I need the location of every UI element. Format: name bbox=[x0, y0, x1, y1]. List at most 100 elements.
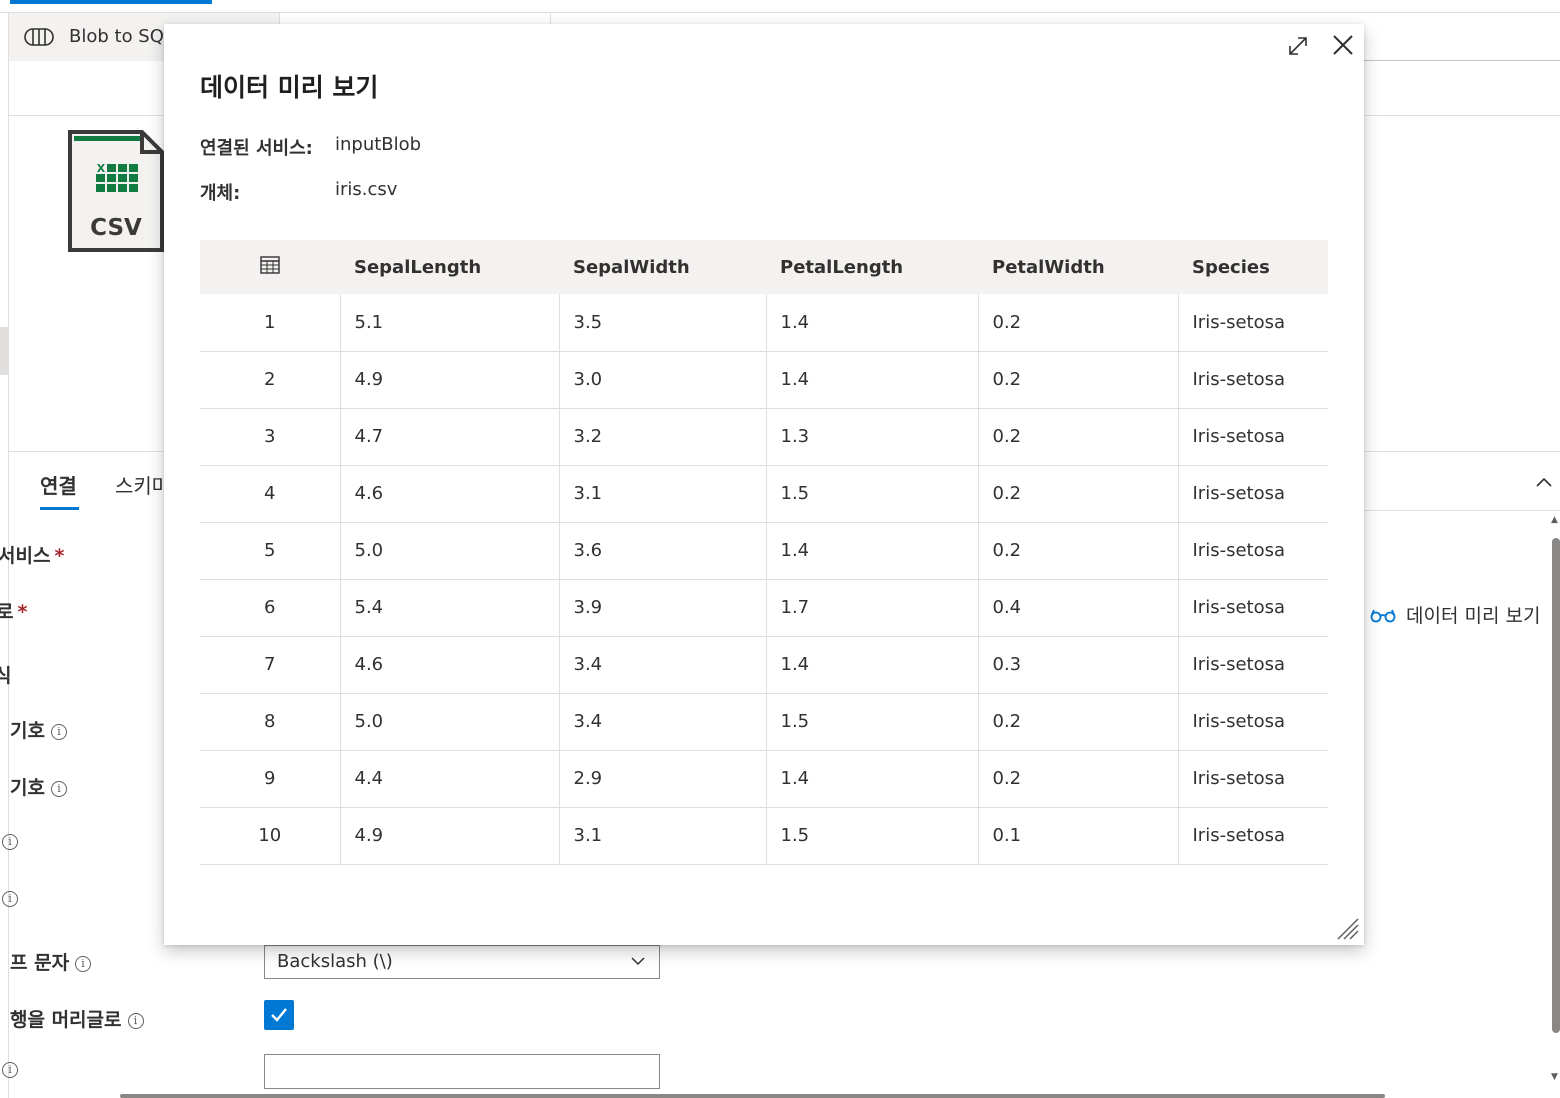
table-cell: Iris-setosa bbox=[1177, 636, 1328, 693]
column-header: SepalLength bbox=[354, 256, 482, 278]
table-cell: Iris-setosa bbox=[1177, 807, 1328, 864]
linked-service-value: inputBlob bbox=[335, 134, 422, 155]
tab-schema[interactable]: 스키마 bbox=[115, 470, 170, 499]
table-cell: 1.5 bbox=[765, 693, 978, 750]
table-cell: 0.2 bbox=[977, 693, 1178, 750]
row-index: 8 bbox=[264, 711, 276, 732]
table-cell: 1.4 bbox=[765, 636, 978, 693]
table-cell: 3.9 bbox=[558, 579, 766, 636]
info-icon: i bbox=[50, 724, 67, 740]
table-cell: 4.9 bbox=[339, 351, 559, 408]
checkmark-icon bbox=[271, 1008, 287, 1022]
row-index: 10 bbox=[258, 825, 282, 846]
info-icon: i bbox=[75, 956, 92, 972]
scroll-up-arrow[interactable]: ▲ bbox=[1551, 515, 1558, 525]
info-icon: i bbox=[50, 781, 67, 797]
row-index-header bbox=[200, 240, 340, 294]
tab-connection[interactable]: 연결 bbox=[40, 470, 77, 499]
table-cell: 0.2 bbox=[977, 465, 1178, 522]
table-cell: 5.0 bbox=[339, 693, 559, 750]
csv-file-icon[interactable]: X CSV bbox=[68, 130, 164, 252]
row-index: 4 bbox=[264, 483, 276, 504]
table-cell: 4.9 bbox=[339, 807, 559, 864]
expand-icon[interactable] bbox=[1286, 34, 1310, 58]
info-icon[interactable]: i bbox=[2, 834, 18, 850]
column-delimiter-label: 기호 i bbox=[10, 716, 67, 743]
table-row: 7 4.6 3.4 1.4 0.3 Iris-setosa bbox=[200, 636, 1328, 693]
pipeline-icon bbox=[24, 28, 54, 46]
svg-text:X: X bbox=[97, 162, 106, 175]
table-row: 6 5.4 3.9 1.7 0.4 Iris-setosa bbox=[200, 579, 1328, 636]
table-row: 1 5.1 3.5 1.4 0.2 Iris-setosa bbox=[200, 294, 1328, 351]
vertical-scrollbar-thumb[interactable] bbox=[1552, 538, 1560, 1033]
object-label: 개체: bbox=[200, 183, 241, 204]
info-icon: i bbox=[127, 1013, 144, 1029]
row-delimiter-label: 기호 i bbox=[10, 773, 67, 800]
csv-icon-label: CSV bbox=[90, 215, 142, 241]
glasses-icon bbox=[1370, 609, 1396, 622]
first-row-header-label: 행을 머리글로 i bbox=[10, 1005, 144, 1032]
required-marker: * bbox=[17, 601, 28, 623]
table-cell: 1.3 bbox=[765, 408, 978, 465]
tab-divider bbox=[550, 12, 551, 24]
table-cell: 3.4 bbox=[558, 693, 766, 750]
escape-character-value: Backslash (\) bbox=[277, 951, 393, 972]
first-row-header-checkbox[interactable] bbox=[264, 1000, 294, 1030]
active-tab-underline bbox=[40, 507, 79, 510]
table-cell: 5.0 bbox=[339, 522, 559, 579]
data-preview-link[interactable]: 데이터 미리 보기 bbox=[1370, 601, 1540, 628]
table-cell: Iris-setosa bbox=[1177, 465, 1328, 522]
resize-handle-icon[interactable] bbox=[1336, 917, 1360, 941]
table-cell: 0.2 bbox=[977, 408, 1178, 465]
row-index: 6 bbox=[264, 597, 276, 618]
chevron-down-icon bbox=[631, 957, 645, 966]
table-cell: 4.6 bbox=[339, 636, 559, 693]
column-header: PetalLength bbox=[780, 256, 904, 278]
table-row: 10 4.9 3.1 1.5 0.1 Iris-setosa bbox=[200, 807, 1328, 864]
table-row: 9 4.4 2.9 1.4 0.2 Iris-setosa bbox=[200, 750, 1328, 807]
active-tab-indicator bbox=[10, 0, 212, 4]
table-header-row: SepalLength SepalWidth PetalLength Petal… bbox=[200, 240, 1328, 294]
table-cell: 1.4 bbox=[765, 750, 978, 807]
scroll-down-arrow[interactable]: ▼ bbox=[1551, 1072, 1558, 1082]
info-icon[interactable]: i bbox=[2, 891, 18, 907]
compression-label: 식 bbox=[0, 665, 12, 687]
table-cell: 3.1 bbox=[558, 465, 766, 522]
dialog-title: 데이터 미리 보기 bbox=[200, 73, 379, 102]
escape-character-label: 프 문자 i bbox=[10, 948, 92, 975]
table-cell: 0.2 bbox=[977, 750, 1178, 807]
row-index: 9 bbox=[264, 768, 276, 789]
table-cell: 0.1 bbox=[977, 807, 1178, 864]
escape-character-select[interactable]: Backslash (\) bbox=[264, 945, 660, 979]
close-icon[interactable] bbox=[1330, 32, 1356, 58]
table-row: 8 5.0 3.4 1.5 0.2 Iris-setosa bbox=[200, 693, 1328, 750]
table-cell: 4.6 bbox=[339, 465, 559, 522]
table-cell: Iris-setosa bbox=[1177, 579, 1328, 636]
table-cell: Iris-setosa bbox=[1177, 351, 1328, 408]
table-cell: 3.2 bbox=[558, 408, 766, 465]
linked-service-label: 연결된 서비스: bbox=[200, 138, 313, 159]
required-marker: * bbox=[54, 545, 65, 567]
table-cell: 0.2 bbox=[977, 351, 1178, 408]
table-cell: 3.5 bbox=[558, 294, 766, 351]
column-header: SepalWidth bbox=[573, 256, 690, 278]
horizontal-scrollbar-thumb[interactable] bbox=[120, 1094, 1385, 1098]
table-cell: 0.3 bbox=[977, 636, 1178, 693]
table-row: 3 4.7 3.2 1.3 0.2 Iris-setosa bbox=[200, 408, 1328, 465]
table-cell: Iris-setosa bbox=[1177, 294, 1328, 351]
table-cell: 1.5 bbox=[765, 807, 978, 864]
table-cell: 3.1 bbox=[558, 807, 766, 864]
table-cell: 0.2 bbox=[977, 294, 1178, 351]
row-index: 5 bbox=[264, 540, 276, 561]
null-value-input[interactable] bbox=[264, 1054, 660, 1089]
chevron-up-icon[interactable] bbox=[1534, 474, 1554, 490]
linked-service-label: 서비스 * bbox=[0, 545, 65, 567]
table-cell: 3.4 bbox=[558, 636, 766, 693]
info-icon[interactable]: i bbox=[2, 1062, 18, 1078]
table-row: 2 4.9 3.0 1.4 0.2 Iris-setosa bbox=[200, 351, 1328, 408]
preview-table: SepalLength SepalWidth PetalLength Petal… bbox=[200, 240, 1328, 865]
table-icon bbox=[260, 255, 280, 274]
table-cell: 1.4 bbox=[765, 522, 978, 579]
side-panel-handle[interactable] bbox=[0, 327, 8, 375]
row-index: 7 bbox=[264, 654, 276, 675]
